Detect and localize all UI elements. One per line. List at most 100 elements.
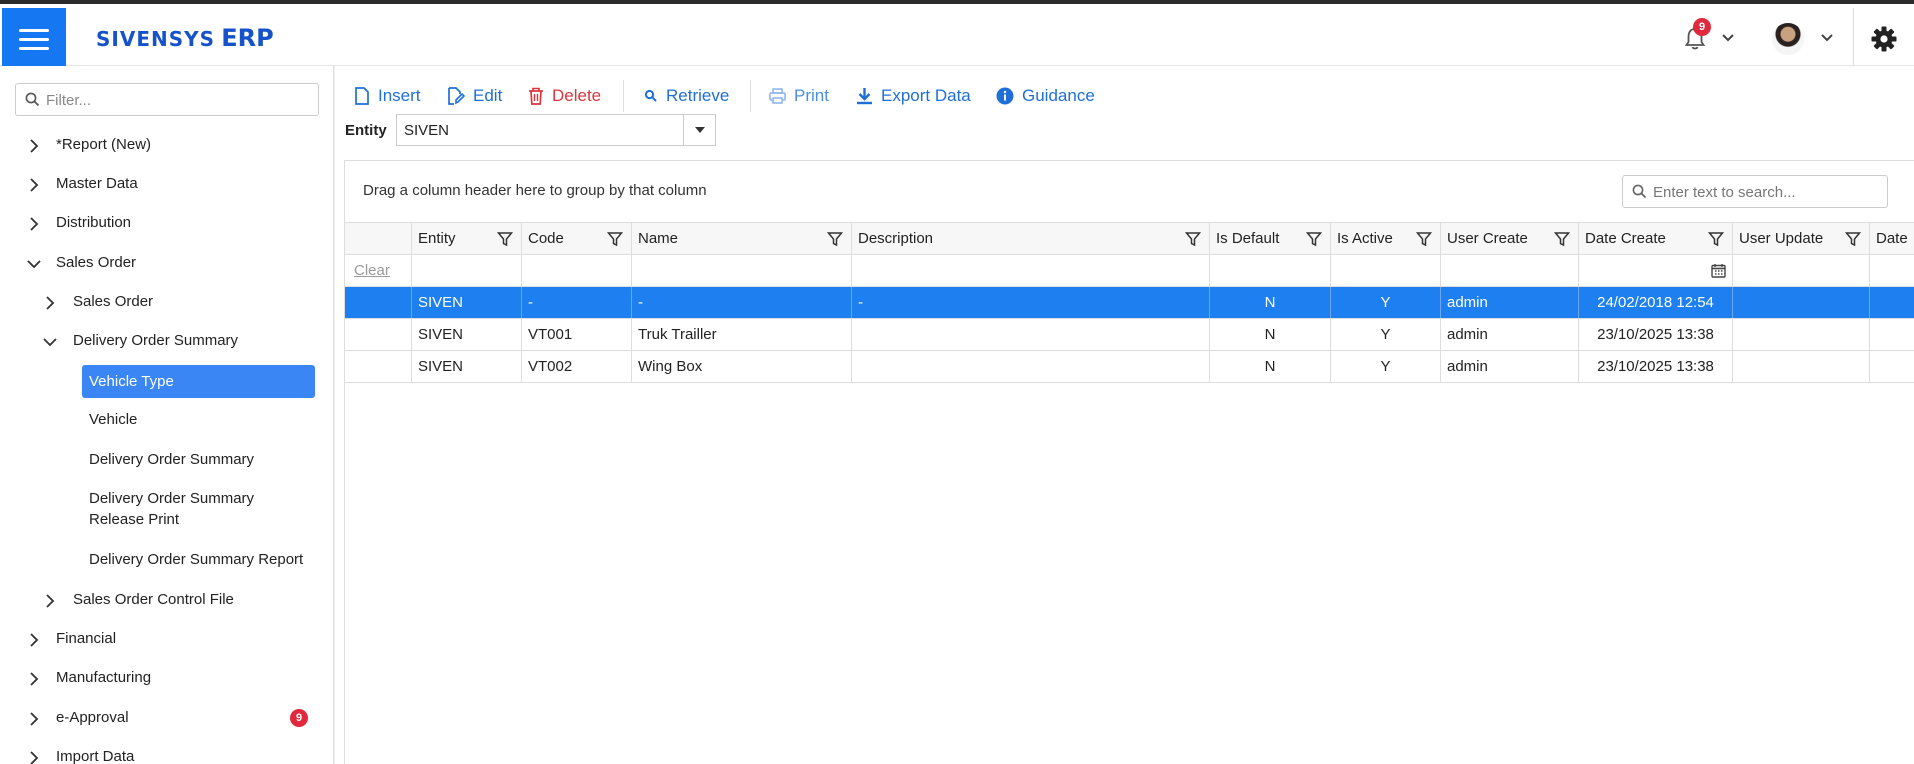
sidebar-item-label: Delivery Order Summary Report — [89, 551, 304, 568]
sidebar-item-vehicle-type[interactable]: Vehicle Type — [82, 365, 315, 398]
grid-search-input[interactable] — [1653, 180, 1883, 204]
export-data-button[interactable]: Export Data — [856, 84, 971, 108]
calendar-icon[interactable] — [1711, 263, 1726, 278]
column-header-date-create[interactable]: Date Create — [1578, 223, 1732, 254]
column-header-is-default[interactable]: Is Default — [1209, 223, 1330, 254]
edit-icon — [448, 87, 465, 105]
menu-toggle-button[interactable] — [2, 8, 66, 70]
filter-cell-user-update[interactable] — [1732, 255, 1869, 286]
table-row[interactable]: SIVEN VT002 Wing Box N Y admin 23/10/202… — [345, 351, 1914, 383]
column-title: Entity — [418, 230, 456, 247]
sidebar-item-delivery-order-summary-report[interactable]: Delivery Order Summary Report — [89, 551, 303, 568]
delete-button[interactable]: Delete — [528, 84, 601, 108]
sidebar-item-label: Sales Order Control File — [73, 591, 234, 608]
cell-code: VT002 — [521, 351, 631, 382]
notification-badge: 9 — [1693, 18, 1711, 36]
toolbar-divider — [623, 80, 624, 112]
filter-icon[interactable] — [1845, 231, 1861, 247]
cell-user-update — [1732, 351, 1869, 382]
cell-user-create: admin — [1440, 351, 1578, 382]
group-panel-hint: Drag a column header here to group by th… — [363, 182, 707, 199]
column-title: Is Default — [1216, 230, 1280, 247]
column-title: Code — [528, 230, 564, 247]
avatar[interactable] — [1772, 23, 1804, 55]
cell-date-update — [1869, 287, 1914, 318]
column-title: Name — [638, 230, 679, 247]
chevron-down-icon[interactable] — [1820, 31, 1834, 45]
search-icon — [25, 92, 40, 107]
cell-entity: SIVEN — [411, 287, 521, 318]
filter-cell-date-create[interactable] — [1578, 255, 1732, 286]
cell-is-default: N — [1209, 287, 1330, 318]
filter-icon[interactable] — [827, 231, 843, 247]
cell-is-active: Y — [1330, 319, 1440, 350]
chevron-down-icon[interactable] — [1721, 31, 1735, 45]
chevron-right-icon — [30, 751, 39, 764]
filter-icon[interactable] — [1185, 231, 1201, 247]
sidebar-filter[interactable] — [15, 83, 319, 116]
filter-cell-name[interactable] — [631, 255, 851, 286]
filter-row-clear-cell: Clear — [345, 255, 411, 286]
print-button[interactable]: Print — [769, 84, 829, 108]
column-header-user-create[interactable]: User Create — [1440, 223, 1578, 254]
filter-icon[interactable] — [607, 231, 623, 247]
guidance-button[interactable]: Guidance — [996, 84, 1095, 108]
filter-cell-entity[interactable] — [411, 255, 521, 286]
clear-filter-link[interactable]: Clear — [354, 262, 390, 279]
entity-dropdown-button[interactable] — [683, 115, 715, 145]
edit-button[interactable]: Edit — [447, 84, 502, 108]
retrieve-button[interactable]: Retrieve — [644, 84, 729, 108]
cell-is-active: Y — [1330, 351, 1440, 382]
sidebar-item-vehicle[interactable]: Vehicle — [89, 411, 137, 428]
filter-cell-description[interactable] — [851, 255, 1209, 286]
filter-cell-code[interactable] — [521, 255, 631, 286]
column-header-name[interactable]: Name — [631, 223, 851, 254]
column-header-code[interactable]: Code — [521, 223, 631, 254]
sidebar-item-label: Delivery Order Summary — [89, 451, 255, 468]
filter-cell-date-update[interactable] — [1869, 255, 1914, 286]
toolbar-divider — [750, 80, 751, 112]
hamburger-line — [19, 37, 49, 41]
cell-date-create: 24/02/2018 12:54 — [1578, 287, 1732, 318]
grid-search[interactable] — [1622, 175, 1888, 208]
filter-icon[interactable] — [1554, 231, 1570, 247]
brand-logo[interactable]: SIVENSYS ERP — [96, 24, 274, 52]
insert-button[interactable]: Insert — [354, 84, 421, 108]
table-row[interactable]: SIVEN - - - N Y admin 24/02/2018 12:54 — [345, 287, 1914, 319]
search-icon — [644, 89, 657, 102]
cell-name: - — [631, 287, 851, 318]
print-label: Print — [794, 86, 829, 105]
cell-date-update — [1869, 319, 1914, 350]
column-title: User Create — [1447, 230, 1528, 247]
sidebar-filter-input[interactable] — [46, 88, 312, 112]
filter-cell-is-default[interactable] — [1209, 255, 1330, 286]
cell-is-default: N — [1209, 351, 1330, 382]
cell-description — [851, 319, 1209, 350]
group-panel: Drag a column header here to group by th… — [345, 161, 1914, 222]
filter-cell-user-create[interactable] — [1440, 255, 1578, 286]
sidebar-item-delivery-order-summary[interactable]: Delivery Order Summary — [89, 451, 254, 468]
entity-select[interactable]: SIVEN — [396, 114, 716, 146]
cell-description — [851, 351, 1209, 382]
filter-icon[interactable] — [1416, 231, 1432, 247]
filter-icon[interactable] — [1708, 231, 1724, 247]
sidebar-item-label: Delivery Order Summary — [73, 332, 239, 349]
settings-button[interactable] — [1853, 8, 1914, 70]
column-header-entity[interactable]: Entity — [411, 223, 521, 254]
column-title: Is Active — [1337, 230, 1393, 247]
column-header-user-update[interactable]: User Update — [1732, 223, 1869, 254]
filter-icon[interactable] — [1306, 231, 1322, 247]
guidance-label: Guidance — [1022, 86, 1095, 105]
column-header-date-update[interactable]: Date — [1869, 223, 1914, 254]
cell-description: - — [851, 287, 1209, 318]
cell-user-update — [1732, 319, 1869, 350]
filter-cell-is-active[interactable] — [1330, 255, 1440, 286]
filter-icon[interactable] — [497, 231, 513, 247]
sidebar-item-delivery-order-summary-release-print[interactable]: Delivery Order Summary Release Print — [89, 490, 254, 528]
table-row[interactable]: SIVEN VT001 Truk Trailler N Y admin 23/1… — [345, 319, 1914, 351]
cell-user-create: admin — [1440, 287, 1578, 318]
column-header-is-active[interactable]: Is Active — [1330, 223, 1440, 254]
column-header-description[interactable]: Description — [851, 223, 1209, 254]
chevron-right-icon — [46, 594, 55, 608]
sidebar-item-label: Vehicle — [89, 411, 138, 428]
